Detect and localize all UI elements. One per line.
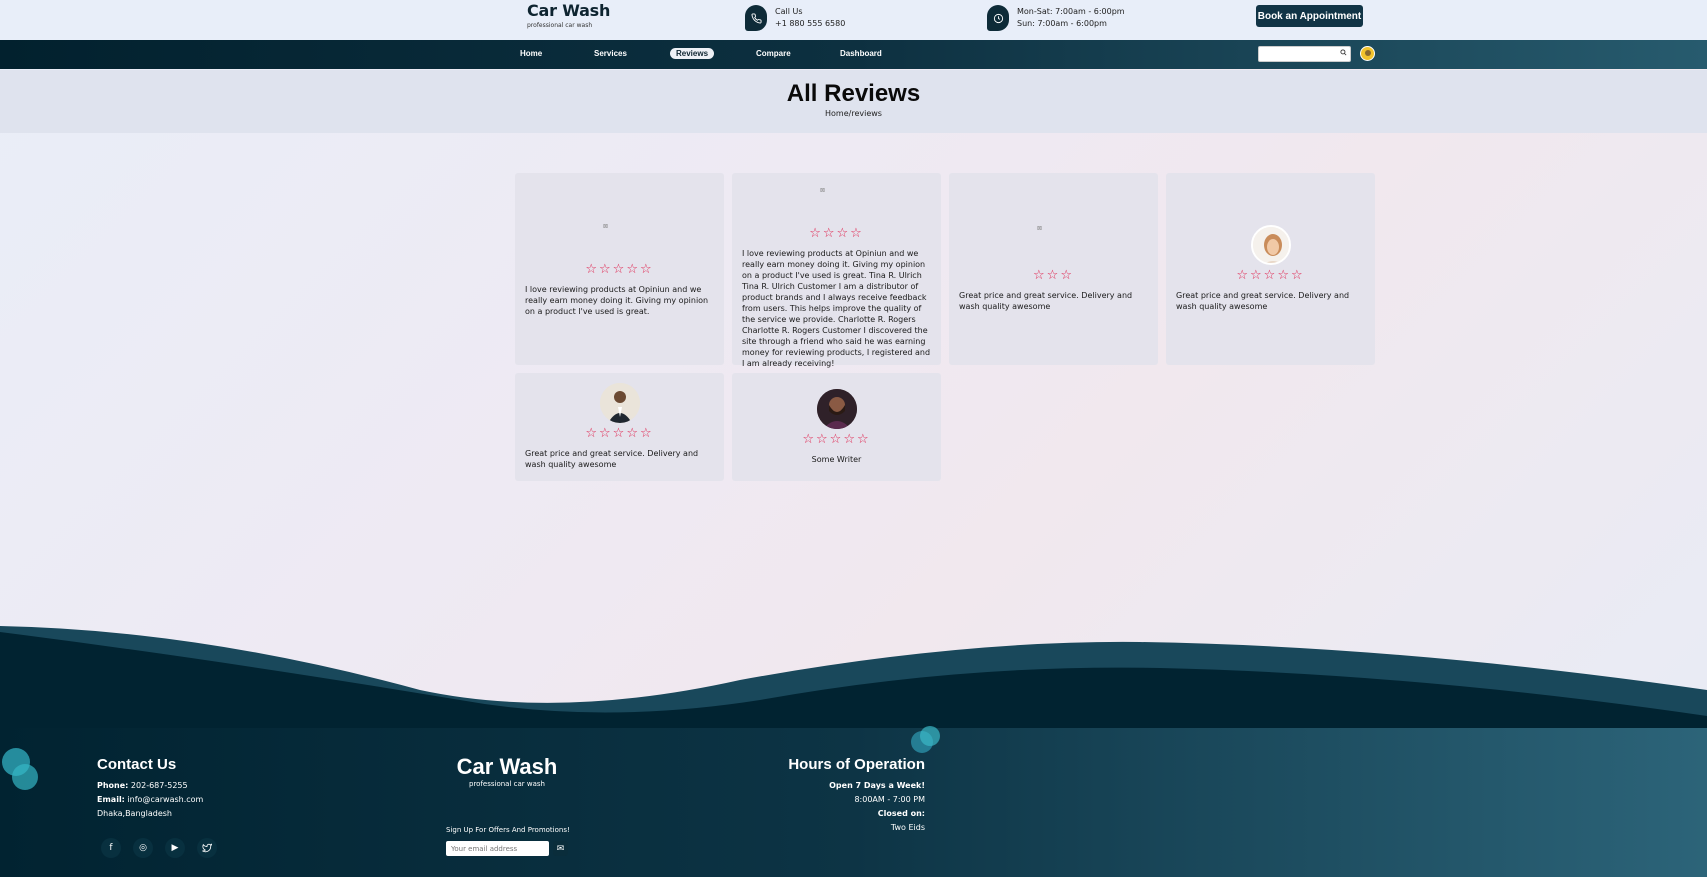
search-icon[interactable] xyxy=(1340,49,1347,58)
review-card: ☆☆☆☆☆ Great price and great service. Del… xyxy=(1166,173,1375,365)
reviewer-avatar xyxy=(817,389,857,429)
rating-stars: ☆☆☆☆☆ xyxy=(1236,268,1305,283)
review-card: ⊠ ☆☆☆ Great price and great service. Del… xyxy=(949,173,1158,365)
contact-title: Contact Us xyxy=(97,756,177,773)
main-nav: Home Services Reviews Compare Dashboard xyxy=(0,40,1707,69)
review-text: I love reviewing products at Opiniun and… xyxy=(742,249,931,368)
call-number[interactable]: +1 880 555 6580 xyxy=(775,18,845,30)
review-card: ☆☆☆☆☆ Some Writer xyxy=(732,373,941,481)
email-signup-input[interactable] xyxy=(446,841,549,856)
review-text: Great price and great service. Delivery … xyxy=(525,449,699,469)
book-appointment-button[interactable]: Book an Appointment xyxy=(1256,5,1363,27)
broken-image-icon: ⊠ xyxy=(603,223,609,230)
brand-subtitle: professional car wash xyxy=(527,22,593,29)
closed-label: Closed on: xyxy=(877,809,925,818)
clock-icon xyxy=(987,5,1009,31)
signup-label: Sign Up For Offers And Promotions! xyxy=(446,826,570,834)
search-input[interactable] xyxy=(1258,46,1351,62)
decorative-blob xyxy=(12,764,38,790)
phone-label: Phone: xyxy=(97,781,129,790)
review-card: ☆☆☆☆☆ Great price and great service. Del… xyxy=(515,373,724,481)
call-info: Call Us +1 880 555 6580 xyxy=(745,5,845,31)
hours-sunday: Sun: 7:00am - 6:00pm xyxy=(1017,19,1107,28)
mail-icon[interactable]: ✉ xyxy=(553,841,568,856)
user-avatar[interactable] xyxy=(1360,46,1375,61)
review-text: Great price and great service. Delivery … xyxy=(959,291,1133,311)
nav-item-reviews[interactable]: Reviews xyxy=(670,48,715,59)
nav-item-compare[interactable]: Compare xyxy=(750,48,797,59)
footer-brand-title[interactable]: Car Wash xyxy=(446,754,568,780)
instagram-icon[interactable]: ◎ xyxy=(133,838,153,858)
email-value[interactable]: info@carwash.com xyxy=(127,795,203,804)
rating-stars: ☆☆☆ xyxy=(1033,268,1074,283)
phone-icon xyxy=(745,5,767,31)
rating-stars: ☆☆☆☆ xyxy=(809,226,864,241)
nav-item-home[interactable]: Home xyxy=(514,48,548,59)
nav-item-services[interactable]: Services xyxy=(588,48,633,59)
address: Dhaka,Bangladesh xyxy=(97,809,172,818)
broken-image-icon: ⊠ xyxy=(820,187,826,194)
review-text: I love reviewing products at Opiniun and… xyxy=(525,285,709,316)
phone-value[interactable]: 202-687-5255 xyxy=(131,781,188,790)
decorative-blob xyxy=(920,726,940,746)
nav-item-dashboard[interactable]: Dashboard xyxy=(834,48,888,59)
rating-stars: ☆☆☆☆☆ xyxy=(585,262,654,277)
top-header: Car Wash professional car wash Call Us +… xyxy=(0,0,1707,40)
reviewer-avatar xyxy=(600,383,640,423)
twitter-icon[interactable] xyxy=(197,838,217,858)
footer-brand-subtitle: professional car wash xyxy=(469,780,545,788)
reviewer-name: Some Writer xyxy=(811,455,862,464)
brand-logo[interactable]: Car Wash professional car wash xyxy=(527,1,610,29)
footer-wave xyxy=(0,626,1707,730)
youtube-icon[interactable]: ▶ xyxy=(165,838,185,858)
review-card: ⊠ ☆☆☆☆ I love reviewing products at Opin… xyxy=(732,173,941,368)
reviewer-avatar xyxy=(1251,225,1291,265)
page-title: All Reviews xyxy=(786,80,921,107)
review-card: ⊠ ☆☆☆☆☆ I love reviewing products at Opi… xyxy=(515,173,724,365)
site-footer: Contact Us Phone: 202-687-5255 Email: in… xyxy=(0,726,1707,877)
open-days: Open 7 Days a Week! xyxy=(829,781,925,790)
hours-title: Hours of Operation xyxy=(788,756,925,773)
call-label: Call Us xyxy=(775,7,803,16)
breadcrumb[interactable]: Home/reviews xyxy=(0,109,1707,118)
hours-weekday: Mon-Sat: 7:00am - 6:00pm xyxy=(1017,7,1125,16)
page-hero: All Reviews Home/reviews xyxy=(0,70,1707,133)
review-text: Great price and great service. Delivery … xyxy=(1176,291,1350,311)
closed-value: Two Eids xyxy=(890,823,925,832)
brand-title: Car Wash xyxy=(527,1,611,20)
hours-info: Mon-Sat: 7:00am - 6:00pm Sun: 7:00am - 6… xyxy=(987,5,1125,31)
facebook-icon[interactable]: f xyxy=(101,838,121,858)
rating-stars: ☆☆☆☆☆ xyxy=(585,426,654,441)
email-label: Email: xyxy=(97,795,125,804)
rating-stars: ☆☆☆☆☆ xyxy=(802,432,871,447)
open-hours: 8:00AM - 7:00 PM xyxy=(854,795,925,804)
broken-image-icon: ⊠ xyxy=(1037,225,1043,232)
